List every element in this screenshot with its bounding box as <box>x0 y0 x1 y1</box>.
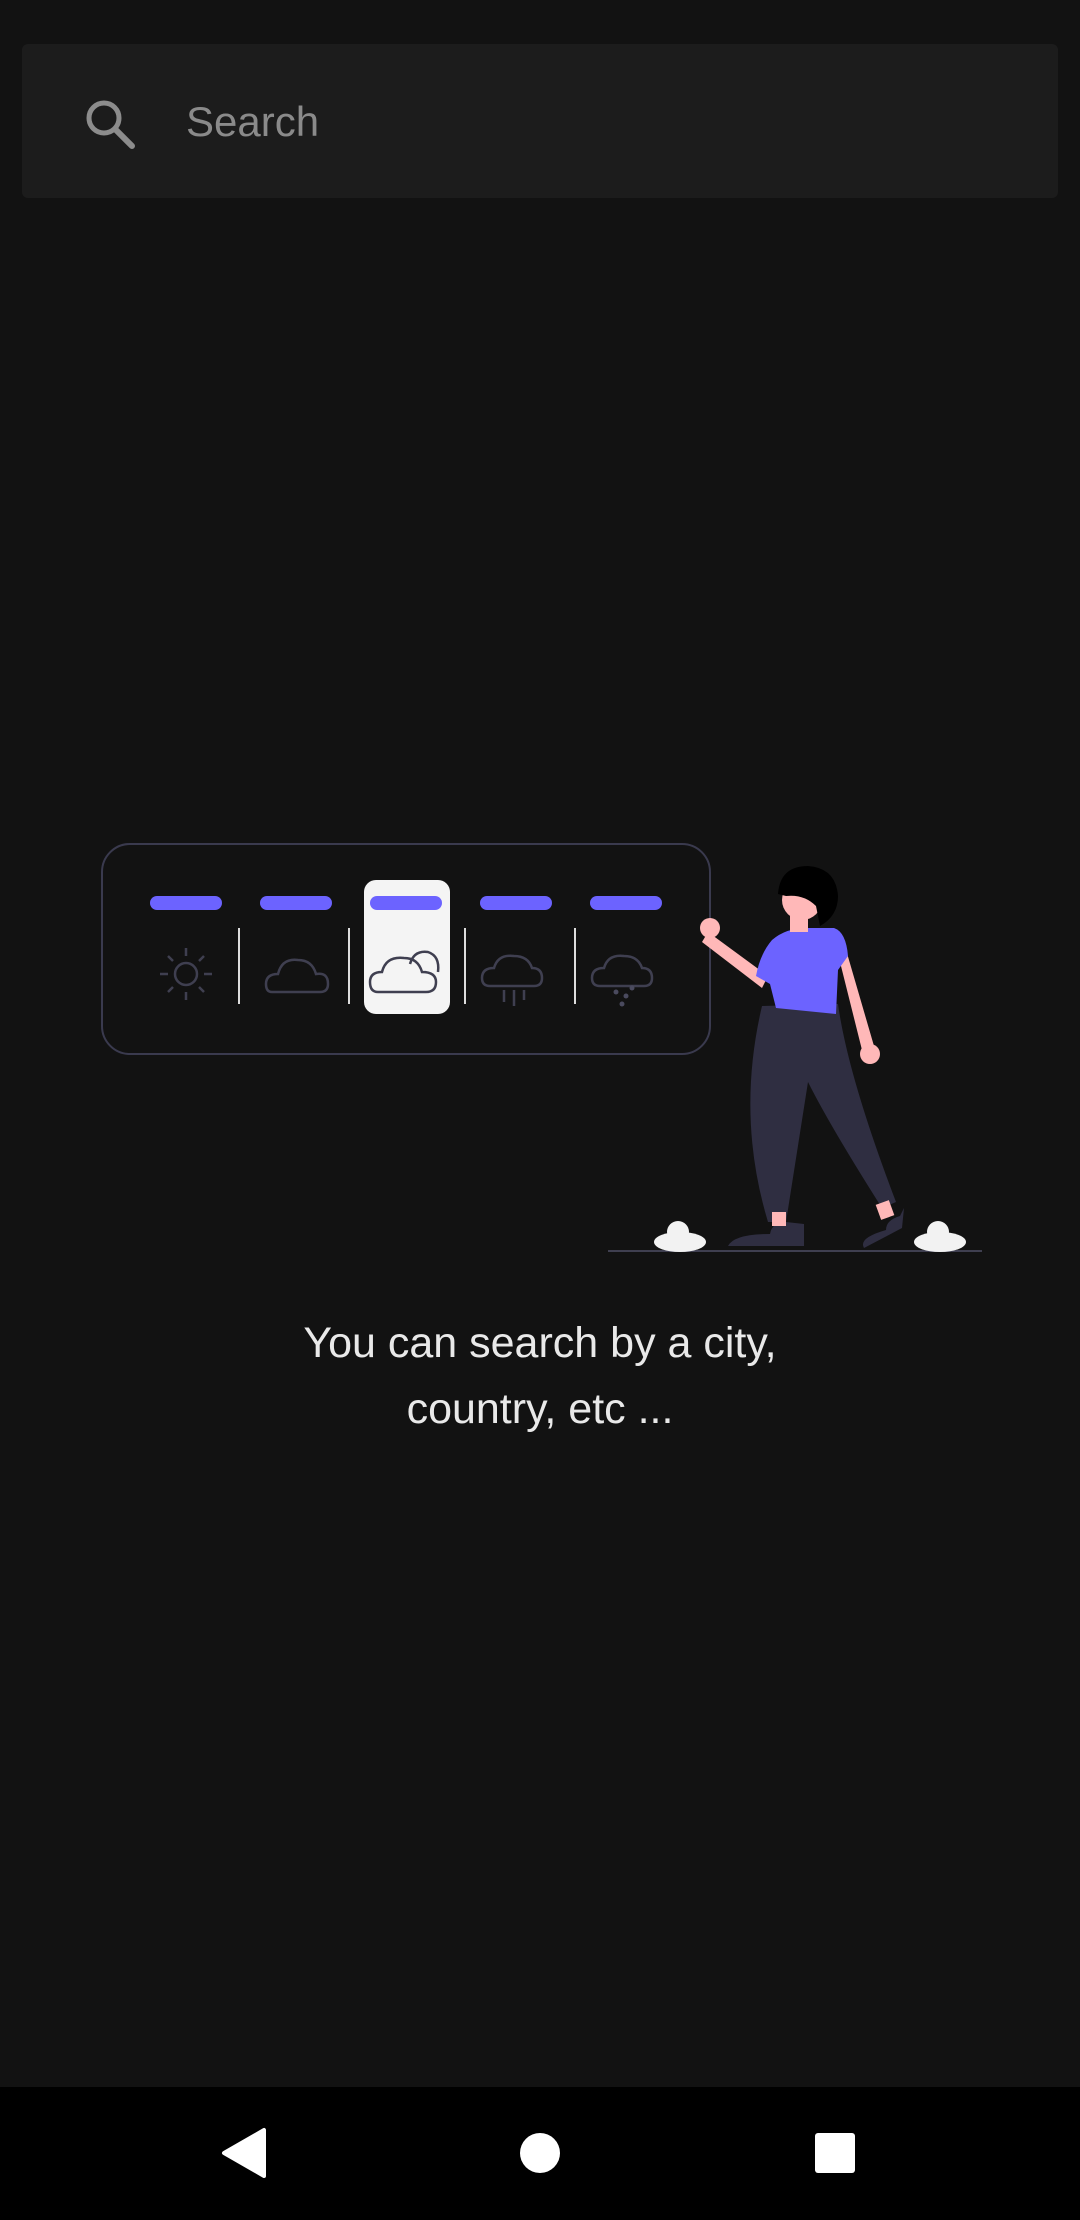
bush-left <box>654 1221 706 1252</box>
home-button[interactable] <box>500 2113 580 2193</box>
back-button[interactable] <box>204 2113 284 2193</box>
forecast-bar <box>150 896 222 910</box>
rain-cloud-icon <box>480 954 544 1006</box>
forecast-bar <box>260 896 332 910</box>
cloud-icon <box>264 958 330 994</box>
weather-illustration <box>101 843 982 1252</box>
recents-button[interactable] <box>795 2113 875 2193</box>
back-icon <box>222 2128 266 2178</box>
home-icon <box>520 2133 560 2173</box>
recents-icon <box>815 2133 855 2173</box>
empty-state-line-1: You can search by a city, <box>303 1319 777 1367</box>
sun-icon <box>160 948 212 1000</box>
search-screen: You can search by a city, country, etc .… <box>0 0 1080 2220</box>
selected-forecast <box>364 880 450 1014</box>
search-bar[interactable] <box>22 44 1058 198</box>
bush-right <box>914 1221 966 1252</box>
forecast-bar <box>480 896 552 910</box>
search-icon <box>86 100 135 149</box>
snow-cloud-icon <box>590 954 654 1007</box>
empty-state-line-2: country, etc ... <box>406 1385 674 1433</box>
system-navigation-bar <box>0 2087 1080 2220</box>
person-figure <box>700 866 904 1248</box>
forecast-bar <box>590 896 662 910</box>
empty-state-message: You can search by a city, country, etc .… <box>140 1310 940 1442</box>
search-input[interactable] <box>186 84 1026 160</box>
